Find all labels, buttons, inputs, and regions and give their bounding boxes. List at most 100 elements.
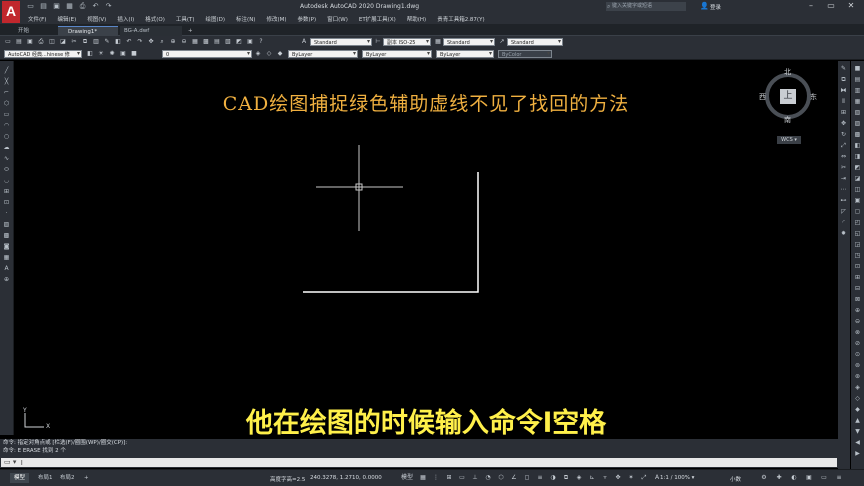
autocad-logo-icon[interactable]: A: [2, 1, 20, 23]
calculator-icon[interactable]: ▣: [246, 38, 254, 46]
user-icon[interactable]: 👤: [700, 2, 709, 10]
mleader-style-icon[interactable]: ↗: [498, 38, 506, 46]
match-properties-icon[interactable]: ✎: [103, 38, 111, 46]
plotstyle-select[interactable]: ByColor: [498, 50, 552, 58]
palette-tool-icon-6[interactable]: ▨: [853, 120, 862, 128]
zoom-window-icon[interactable]: ⊕: [169, 38, 177, 46]
publish-icon[interactable]: ◪: [59, 38, 67, 46]
rectangle-tool-icon[interactable]: ▭: [2, 111, 11, 119]
3d-osnap-icon[interactable]: ◈: [575, 474, 583, 482]
viewcube-top-face[interactable]: 上: [780, 89, 796, 104]
tab-model[interactable]: 模型: [10, 473, 30, 483]
revision-cloud-icon[interactable]: ☁: [2, 144, 11, 152]
palette-tool-icon-22[interactable]: ⊠: [853, 296, 862, 304]
dynamic-ucs-icon[interactable]: ⊾: [588, 474, 596, 482]
menu-dimension[interactable]: 标注(N): [236, 15, 255, 23]
break-tool-icon[interactable]: ⋯: [839, 186, 848, 194]
units-setting[interactable]: 小数: [730, 475, 741, 483]
menu-toolbox[interactable]: 贵青工具箱2.87(Y): [437, 15, 484, 23]
palette-tool-icon-1[interactable]: ■: [853, 65, 862, 73]
customize-icon[interactable]: ≡: [835, 474, 843, 482]
lineweight-select[interactable]: ByLayer: [436, 50, 494, 58]
isolate-objects-icon[interactable]: ◐: [790, 474, 798, 482]
palette-tool-icon-2[interactable]: ▤: [853, 76, 862, 84]
grid-icon[interactable]: ▦: [419, 474, 427, 482]
table-style-icon[interactable]: ▦: [434, 38, 442, 46]
add-selected-icon[interactable]: ⊕: [2, 276, 11, 284]
workspace-switch-icon[interactable]: ⚙: [760, 474, 768, 482]
palette-tool-icon-18[interactable]: ◳: [853, 252, 862, 260]
fillet-tool-icon[interactable]: ◜: [839, 219, 848, 227]
login-button[interactable]: 登录: [710, 3, 721, 11]
copy-tool-icon[interactable]: ⧉: [839, 76, 848, 84]
hatch-tool-icon[interactable]: ▨: [2, 221, 11, 229]
region-tool-icon[interactable]: ◙: [2, 243, 11, 251]
menu-express-tools[interactable]: ET扩展工具(X): [359, 15, 396, 23]
palette-tool-icon-28[interactable]: ⊚: [853, 362, 862, 370]
menu-view[interactable]: 视图(V): [87, 15, 106, 23]
insert-block-icon[interactable]: ⊞: [2, 188, 11, 196]
zoom-previous-icon[interactable]: ⊖: [180, 38, 188, 46]
menu-window[interactable]: 窗口(W): [327, 15, 348, 23]
palette-tool-icon-13[interactable]: ▣: [853, 197, 862, 205]
block-editor-icon[interactable]: ◧: [114, 38, 122, 46]
compass-south[interactable]: 南: [784, 115, 791, 125]
undo-tool-icon[interactable]: ↶: [125, 38, 133, 46]
redo-tool-icon[interactable]: ↷: [136, 38, 144, 46]
spline-tool-icon[interactable]: ∿: [2, 155, 11, 163]
palette-tool-icon-14[interactable]: ▢: [853, 208, 862, 216]
polyline-tool-icon[interactable]: ⌐: [2, 89, 11, 97]
maximize-icon[interactable]: ▭: [826, 1, 836, 11]
selection-filter-icon[interactable]: ▿: [601, 474, 609, 482]
undo-icon[interactable]: ↶: [91, 2, 100, 10]
mleader-style-select[interactable]: Standard: [507, 38, 563, 46]
tool-palettes-icon[interactable]: ▤: [213, 38, 221, 46]
linetype-select[interactable]: ByLayer: [362, 50, 432, 58]
polar-tracking-icon[interactable]: ◔: [484, 474, 492, 482]
palette-tool-icon-3[interactable]: ▥: [853, 87, 862, 95]
palette-tool-icon-29[interactable]: ⊛: [853, 373, 862, 381]
clean-screen-icon[interactable]: ▭: [820, 474, 828, 482]
print-icon[interactable]: ⎙: [78, 2, 87, 10]
print-file-icon[interactable]: ⎙: [37, 38, 45, 46]
tab-layout2[interactable]: 布局2: [56, 473, 79, 483]
palette-tool-icon-19[interactable]: ⊡: [853, 263, 862, 271]
save-icon[interactable]: ▣: [52, 2, 61, 10]
palette-tool-icon-11[interactable]: ◪: [853, 175, 862, 183]
dynamic-input-icon[interactable]: ▭: [458, 474, 466, 482]
saveas-icon[interactable]: ▦: [65, 2, 74, 10]
ellipse-arc-icon[interactable]: ◡: [2, 177, 11, 185]
palette-tool-icon-9[interactable]: ◨: [853, 153, 862, 161]
save-file-icon[interactable]: ▣: [26, 38, 34, 46]
menu-modify[interactable]: 修改(M): [266, 15, 286, 23]
compass-north[interactable]: 北: [784, 67, 791, 77]
text-style-select[interactable]: Standard: [310, 38, 372, 46]
layer-color-icon[interactable]: ■: [130, 50, 138, 58]
menu-parametric[interactable]: 参数(P): [298, 15, 317, 23]
layer-freeze-icon[interactable]: ✺: [108, 50, 116, 58]
open-icon[interactable]: ▤: [39, 2, 48, 10]
menu-draw[interactable]: 绘图(D): [206, 15, 226, 23]
extend-tool-icon[interactable]: ⇥: [839, 175, 848, 183]
circle-tool-icon[interactable]: ○: [2, 133, 11, 141]
palette-tool-icon-15[interactable]: ◰: [853, 219, 862, 227]
selection-cycling-icon[interactable]: ⧉: [562, 474, 570, 482]
menu-insert[interactable]: 插入(I): [117, 15, 134, 23]
table-style-select[interactable]: Standard: [443, 38, 495, 46]
mtext-tool-icon[interactable]: A: [2, 265, 11, 273]
palette-tool-icon-7[interactable]: ▩: [853, 131, 862, 139]
redo-icon[interactable]: ↷: [104, 2, 113, 10]
mirror-tool-icon[interactable]: ⧓: [839, 87, 848, 95]
menu-edit[interactable]: 编辑(E): [57, 15, 76, 23]
viewport-scale[interactable]: 1:1 / 100% ▾: [660, 475, 694, 481]
compass-west[interactable]: 西: [759, 92, 766, 102]
layer-properties-icon[interactable]: ◧: [86, 50, 94, 58]
chamfer-tool-icon[interactable]: ◸: [839, 208, 848, 216]
palette-tool-icon-8[interactable]: ◧: [853, 142, 862, 150]
palette-tool-icon-32[interactable]: ◆: [853, 406, 862, 414]
layer-previous-icon[interactable]: ◇: [265, 50, 273, 58]
explode-tool-icon[interactable]: ✸: [839, 230, 848, 238]
construction-line-icon[interactable]: ╳: [2, 78, 11, 86]
dim-style-select[interactable]: 副本 ISO-25: [383, 38, 431, 46]
array-tool-icon[interactable]: ⊞: [839, 109, 848, 117]
